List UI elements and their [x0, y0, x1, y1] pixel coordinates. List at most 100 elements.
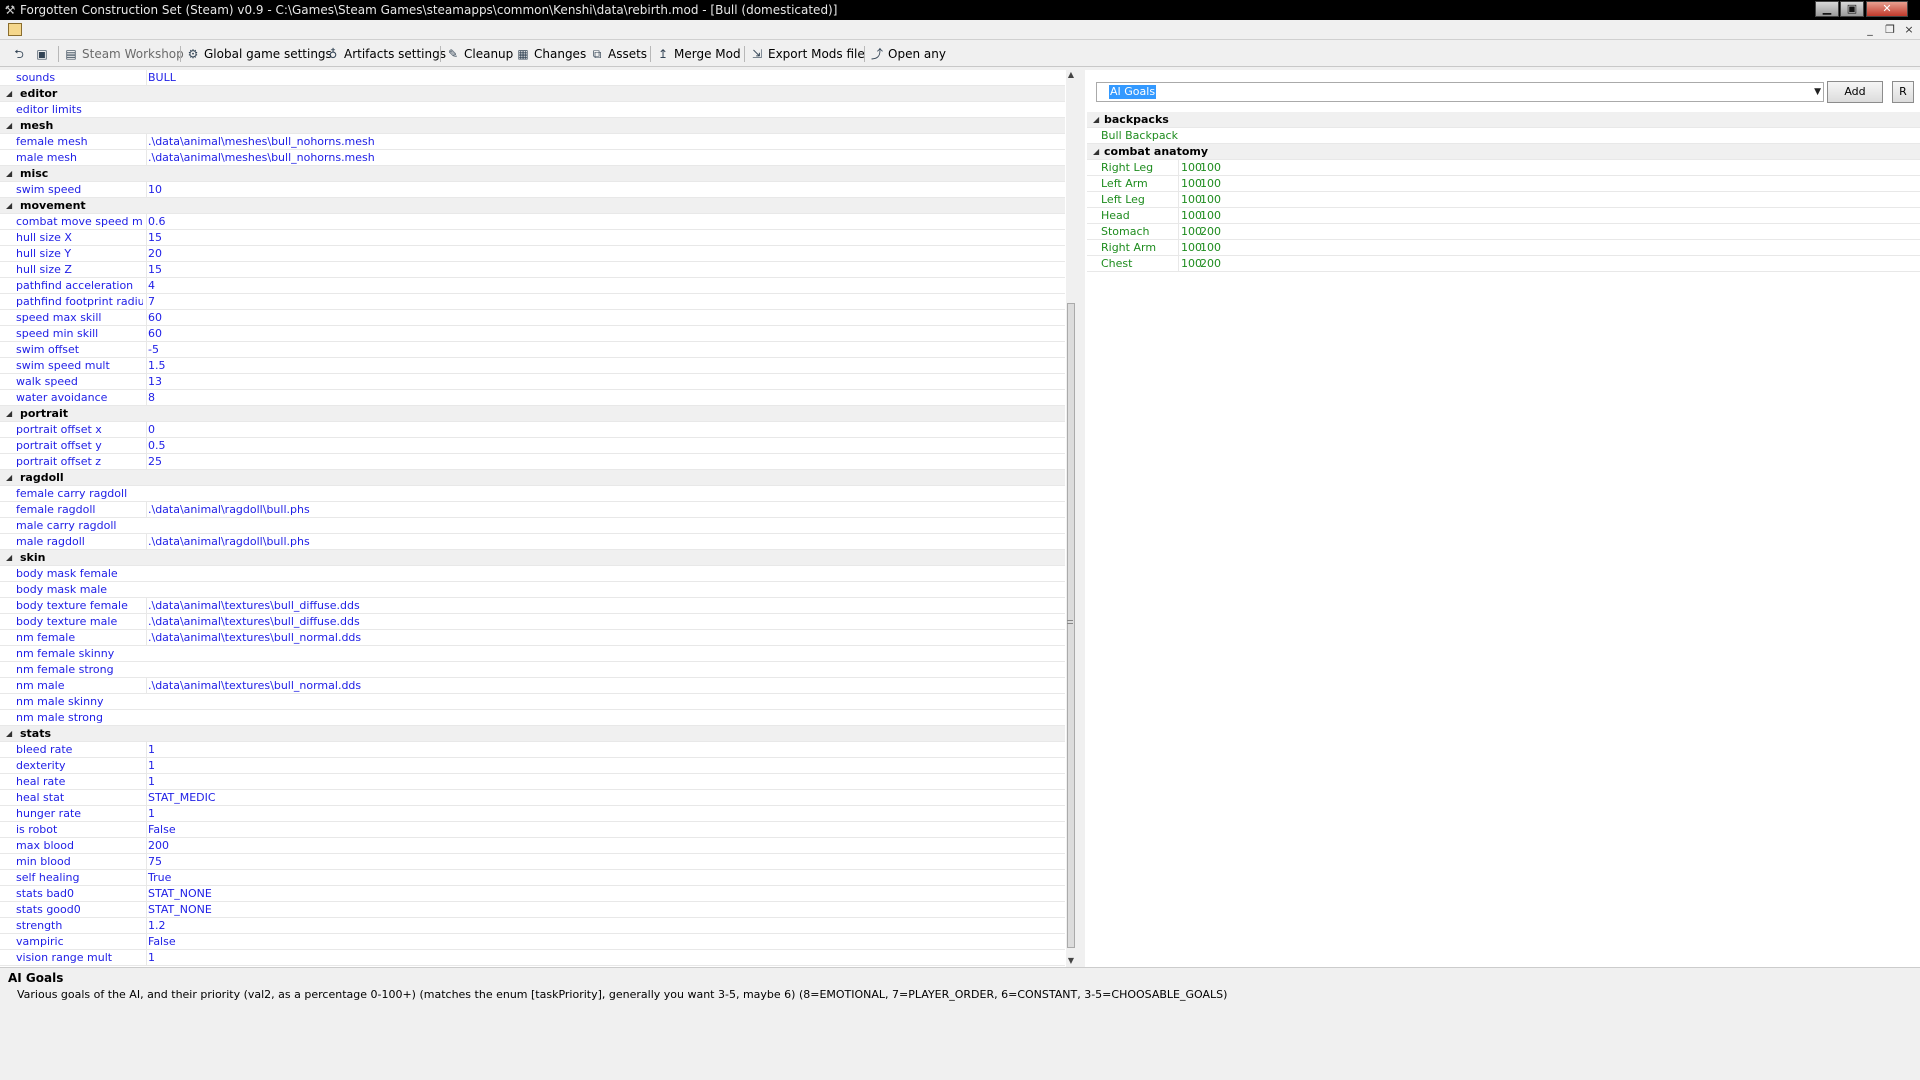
- category-row[interactable]: ◢ stats: [0, 726, 1065, 742]
- property-value[interactable]: 1.2: [146, 918, 1065, 934]
- property-row[interactable]: pathfind acceleration 4: [0, 278, 1065, 294]
- property-row[interactable]: hull size Z 15: [0, 262, 1065, 278]
- open-button[interactable]: ⮌: [12, 45, 30, 63]
- property-row[interactable]: hull size Y 20: [0, 246, 1065, 262]
- collapse-triangle-icon[interactable]: ◢: [6, 86, 12, 102]
- property-row[interactable]: body texture female .\data\animal\texture…: [0, 598, 1065, 614]
- property-row[interactable]: nm female strong: [0, 662, 1065, 678]
- property-value[interactable]: STAT_MEDIC: [146, 790, 1065, 806]
- property-row[interactable]: hull size X 15: [0, 230, 1065, 246]
- property-row[interactable]: hunger rate 1: [0, 806, 1065, 822]
- close-button[interactable]: ✕: [1866, 1, 1908, 17]
- property-value[interactable]: 13: [146, 374, 1065, 390]
- maximize-button[interactable]: ▣: [1840, 1, 1864, 17]
- property-row[interactable]: body mask female: [0, 566, 1065, 582]
- property-row[interactable]: max blood 200: [0, 838, 1065, 854]
- r-button[interactable]: R: [1892, 81, 1914, 103]
- property-row[interactable]: bleed rate 1: [0, 742, 1065, 758]
- property-row[interactable]: min blood 75: [0, 854, 1065, 870]
- property-value[interactable]: 1: [146, 774, 1065, 790]
- list-item[interactable]: Right Leg 100 100: [1087, 160, 1920, 176]
- assets-button[interactable]: ⧉ Assets: [590, 45, 647, 63]
- category-row[interactable]: ◢ editor: [0, 86, 1065, 102]
- list-item[interactable]: Left Leg 100 100: [1087, 192, 1920, 208]
- property-value[interactable]: 1.5: [146, 358, 1065, 374]
- list-category-row[interactable]: ◢ backpacks: [1087, 112, 1920, 128]
- property-value[interactable]: 10: [146, 182, 1065, 198]
- list-item-val1[interactable]: 100: [1178, 176, 1202, 192]
- property-row[interactable]: female ragdoll .\data\animal\ragdoll\bull…: [0, 502, 1065, 518]
- property-value[interactable]: 4: [146, 278, 1065, 294]
- property-value[interactable]: 1: [146, 742, 1065, 758]
- property-row[interactable]: stats bad0 STAT_NONE: [0, 886, 1065, 902]
- property-row[interactable]: female carry ragdoll: [0, 486, 1065, 502]
- list-item[interactable]: Right Arm 100 100: [1087, 240, 1920, 256]
- collapse-triangle-icon[interactable]: ◢: [6, 726, 12, 742]
- save-button[interactable]: ▣: [35, 45, 53, 63]
- property-row[interactable]: speed max skill 60: [0, 310, 1065, 326]
- property-row[interactable]: dexterity 1: [0, 758, 1065, 774]
- property-value[interactable]: .\data\animal\textures\bull_normal.dds: [146, 630, 1065, 646]
- property-value[interactable]: 8: [146, 390, 1065, 406]
- property-row[interactable]: nm male .\data\animal\textures\bull_norma…: [0, 678, 1065, 694]
- property-value[interactable]: 1: [146, 950, 1065, 966]
- collapse-triangle-icon[interactable]: ◢: [1093, 144, 1099, 160]
- property-value[interactable]: .\data\animal\meshes\bull_nohorns.mesh: [146, 150, 1065, 166]
- property-value[interactable]: False: [146, 822, 1065, 838]
- list-type-select[interactable]: AI Goals ▼: [1096, 82, 1824, 102]
- list-category-row[interactable]: ◢ combat anatomy: [1087, 144, 1920, 160]
- scroll-down-arrow-icon[interactable]: ▼: [1066, 956, 1076, 966]
- property-row[interactable]: nm female .\data\animal\textures\bull_nor…: [0, 630, 1065, 646]
- property-row[interactable]: nm male strong: [0, 710, 1065, 726]
- list-item-val1[interactable]: 100: [1178, 224, 1202, 240]
- property-row[interactable]: body mask male: [0, 582, 1065, 598]
- property-value[interactable]: 25: [146, 454, 1065, 470]
- property-value[interactable]: 1: [146, 806, 1065, 822]
- property-row[interactable]: swim offset -5: [0, 342, 1065, 358]
- export-mods-button[interactable]: ⇲ Export Mods file: [750, 45, 865, 63]
- property-row[interactable]: editor limits: [0, 102, 1065, 118]
- property-value[interactable]: 15: [146, 262, 1065, 278]
- property-value[interactable]: True: [146, 870, 1065, 886]
- category-row[interactable]: ◢ movement: [0, 198, 1065, 214]
- property-value[interactable]: False: [146, 934, 1065, 950]
- steam-workshop-button[interactable]: ▤ Steam Workshop: [64, 45, 183, 63]
- property-value[interactable]: STAT_NONE: [146, 902, 1065, 918]
- category-row[interactable]: ◢ misc: [0, 166, 1065, 182]
- property-row[interactable]: water avoidance 8: [0, 390, 1065, 406]
- property-value[interactable]: 15: [146, 230, 1065, 246]
- category-row[interactable]: ◢ portrait: [0, 406, 1065, 422]
- property-value[interactable]: STAT_NONE: [146, 886, 1065, 902]
- property-row[interactable]: portrait offset y 0.5: [0, 438, 1065, 454]
- list-item-val1[interactable]: 100: [1178, 256, 1202, 272]
- property-value[interactable]: 75: [146, 854, 1065, 870]
- property-value[interactable]: 1: [146, 758, 1065, 774]
- property-row[interactable]: swim speed 10: [0, 182, 1065, 198]
- property-row[interactable]: heal stat STAT_MEDIC: [0, 790, 1065, 806]
- property-row[interactable]: nm female skinny: [0, 646, 1065, 662]
- property-row[interactable]: portrait offset x 0: [0, 422, 1065, 438]
- property-value[interactable]: .\data\animal\textures\bull_normal.dds: [146, 678, 1065, 694]
- scroll-up-arrow-icon[interactable]: ▲: [1066, 70, 1076, 80]
- property-value[interactable]: BULL: [146, 70, 1065, 86]
- property-value[interactable]: -5: [146, 342, 1065, 358]
- property-row[interactable]: male mesh .\data\animal\meshes\bull_nohor…: [0, 150, 1065, 166]
- property-row[interactable]: combat move speed mult 0.6: [0, 214, 1065, 230]
- add-button[interactable]: Add: [1827, 81, 1883, 103]
- property-row[interactable]: body texture male .\data\animal\textures\…: [0, 614, 1065, 630]
- property-value[interactable]: 60: [146, 326, 1065, 342]
- list-item-val2[interactable]: 200: [1200, 224, 1221, 240]
- property-row[interactable]: strength 1.2: [0, 918, 1065, 934]
- property-value[interactable]: 0: [146, 422, 1065, 438]
- list-item-val1[interactable]: 100: [1178, 160, 1202, 176]
- property-row[interactable]: heal rate 1: [0, 774, 1065, 790]
- changes-button[interactable]: ▦ Changes: [516, 45, 586, 63]
- property-row[interactable]: nm male skinny: [0, 694, 1065, 710]
- property-scrollbar[interactable]: ▲ ▼: [1066, 70, 1076, 967]
- category-row[interactable]: ◢ ragdoll: [0, 470, 1065, 486]
- list-item[interactable]: Stomach 100 200: [1087, 224, 1920, 240]
- list-item-val2[interactable]: 200: [1200, 256, 1221, 272]
- property-value[interactable]: 20: [146, 246, 1065, 262]
- property-value[interactable]: 0.6: [146, 214, 1065, 230]
- chevron-down-icon[interactable]: ▼: [1814, 83, 1821, 101]
